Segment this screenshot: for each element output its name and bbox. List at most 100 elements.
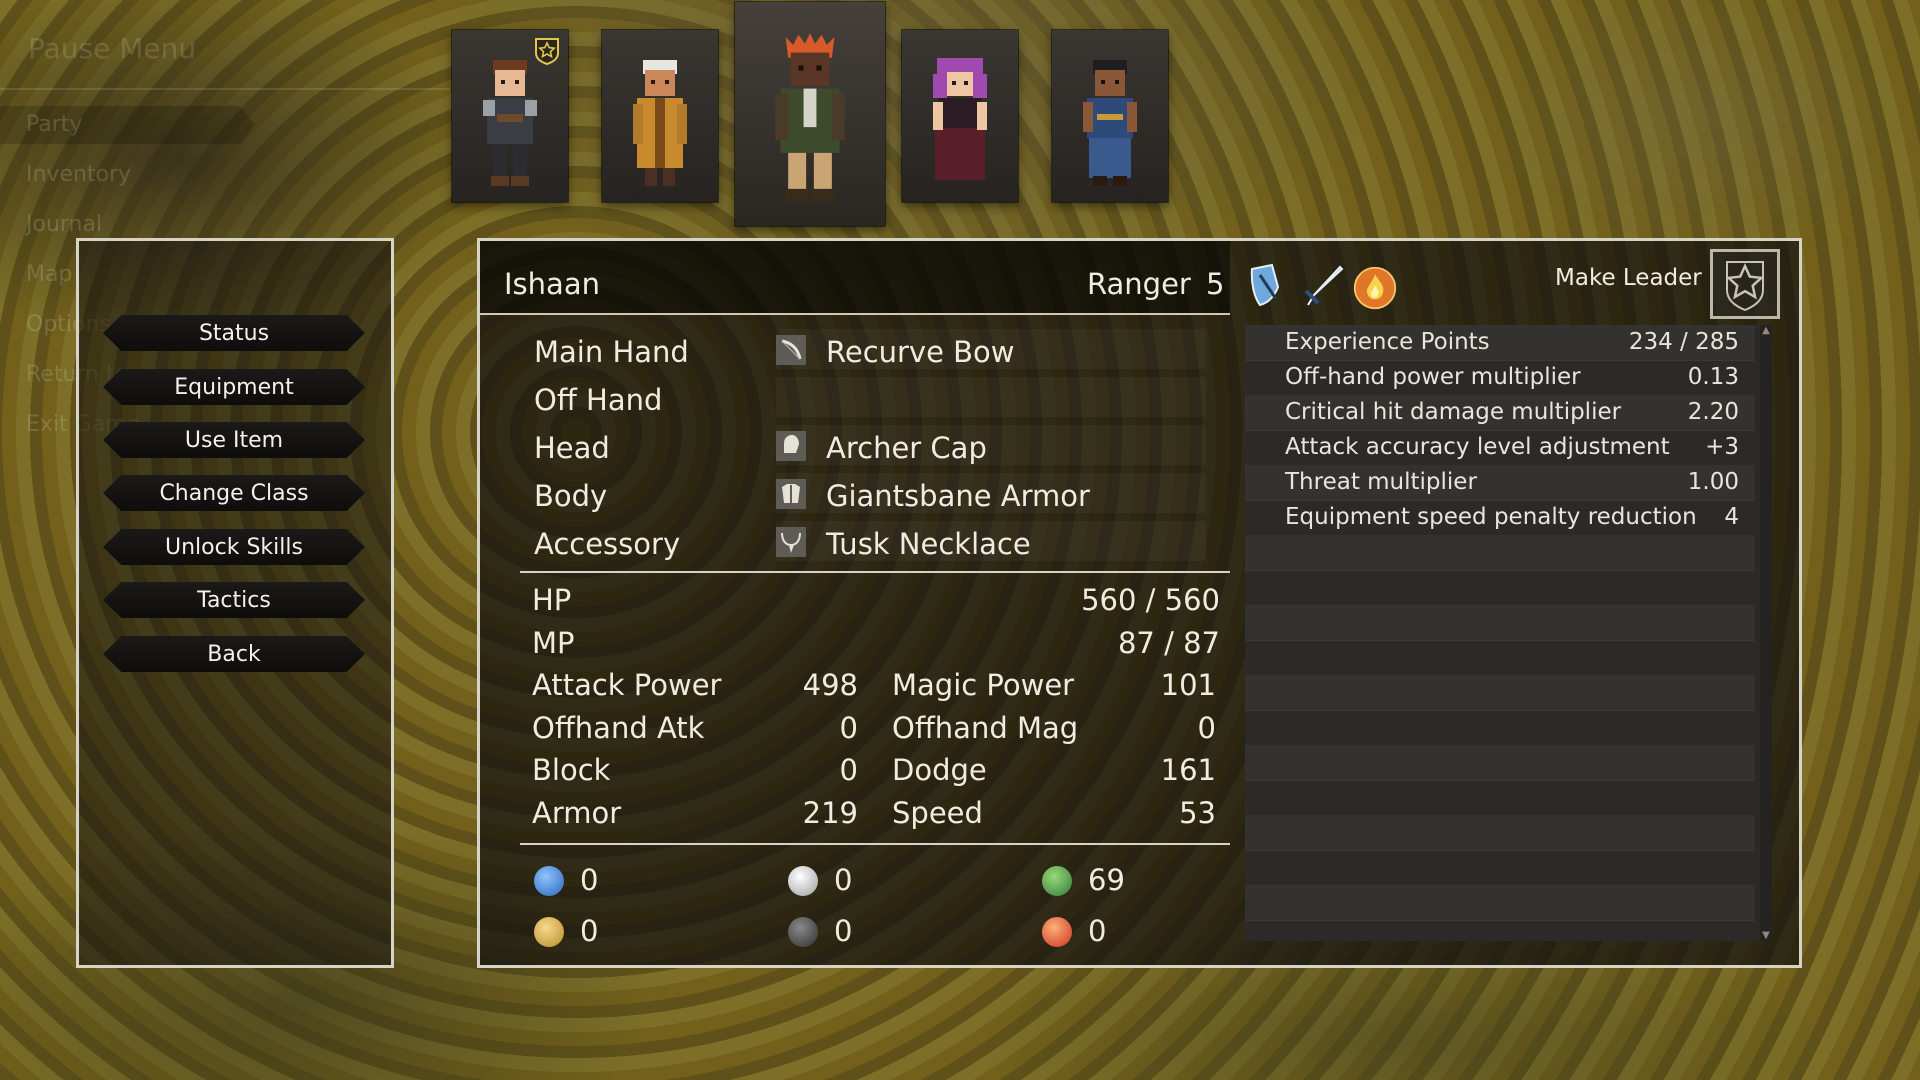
witch-sprite — [933, 58, 987, 180]
list-item-empty — [1245, 605, 1755, 641]
earth-icon — [534, 917, 564, 947]
pause-item-map[interactable]: Map — [26, 262, 72, 287]
equip-slot-label: Accessory — [534, 527, 681, 561]
list-item-value: 2.20 — [1687, 399, 1739, 425]
pause-item-party[interactable]: Party — [26, 112, 82, 137]
list-item: Attack accuracy level adjustment +3 — [1245, 430, 1755, 466]
equipment-button[interactable]: Equipment — [103, 369, 365, 405]
light-resist-value: 0 — [834, 863, 853, 897]
list-item-label: Equipment speed penalty reduction — [1285, 504, 1697, 530]
list-item-empty — [1245, 640, 1755, 676]
back-button[interactable]: Back — [103, 636, 365, 672]
list-item-empty — [1245, 570, 1755, 606]
stat-label: Offhand Atk — [532, 711, 705, 745]
equip-row-main-hand[interactable]: Main Hand Recurve Bow — [510, 329, 1230, 373]
hp-value: 560 / 560 — [1081, 583, 1220, 617]
equip-slot-label: Head — [534, 431, 610, 465]
list-item-label: Experience Points — [1285, 329, 1490, 355]
earth-resist-value: 0 — [580, 914, 599, 948]
shadow-resist-value: 0 — [834, 914, 853, 948]
party-portrait-2[interactable] — [602, 30, 718, 202]
necklace-icon — [776, 527, 806, 557]
list-item-value: 0.13 — [1687, 364, 1739, 390]
fire-resist-icon — [1042, 917, 1072, 947]
tactics-button[interactable]: Tactics — [103, 582, 365, 618]
equip-row-accessory[interactable]: Accessory Tusk Necklace — [510, 521, 1230, 565]
sword-icon — [1304, 265, 1344, 306]
list-item-empty — [1245, 815, 1755, 851]
list-item-empty — [1245, 710, 1755, 746]
list-item-label: Attack accuracy level adjustment — [1285, 434, 1670, 460]
equip-slot-box — [776, 377, 1206, 417]
list-item-label: Critical hit damage multiplier — [1285, 399, 1622, 425]
list-item-label: Off-hand power multiplier — [1285, 364, 1581, 390]
section-divider — [520, 843, 1230, 845]
scroll-up-icon[interactable]: ▲ — [1760, 325, 1772, 336]
make-leader-button[interactable] — [1710, 249, 1780, 319]
hp-label: HP — [532, 583, 572, 617]
pause-item-inventory[interactable]: Inventory — [26, 162, 131, 187]
frost-icon — [534, 866, 564, 896]
equip-slot-label: Body — [534, 479, 608, 513]
party-portrait-1[interactable] — [452, 30, 568, 202]
stat-label: Dodge — [892, 753, 987, 787]
stat-label: Speed — [892, 796, 983, 830]
equip-item-name: Archer Cap — [826, 431, 987, 465]
list-item: Off-hand power multiplier 0.13 — [1245, 360, 1755, 396]
stat-label: Attack Power — [532, 668, 722, 702]
list-item: Threat multiplier 1.00 — [1245, 465, 1755, 501]
stat-label: Block — [532, 753, 611, 787]
list-scrollbar[interactable]: ▲ ▼ — [1760, 325, 1772, 941]
party-portrait-3-selected[interactable] — [735, 2, 885, 226]
list-item-value: 4 — [1724, 504, 1739, 530]
pause-menu-divider — [0, 88, 450, 90]
equip-row-head[interactable]: Head Archer Cap — [510, 425, 1230, 469]
stat-value: 0 — [839, 753, 858, 787]
party-portrait-4[interactable] — [902, 30, 1018, 202]
list-item: Experience Points 234 / 285 — [1245, 325, 1755, 361]
equip-item-name: Recurve Bow — [826, 335, 1015, 369]
equip-row-off-hand[interactable]: Off Hand — [510, 377, 1230, 421]
character-name: Ishaan — [504, 267, 600, 301]
nature-resist-value: 69 — [1088, 863, 1125, 897]
mage-sprite — [633, 60, 687, 186]
shield-sword-icon — [1250, 263, 1280, 307]
equip-slot-label: Main Hand — [534, 335, 689, 369]
stat-value: 0 — [839, 711, 858, 745]
list-item-value: +3 — [1705, 434, 1739, 460]
stat-value: 0 — [1197, 711, 1216, 745]
use-item-button[interactable]: Use Item — [103, 422, 365, 458]
command-panel: Status Equipment Use Item Change Class U… — [76, 238, 394, 968]
list-item: Critical hit damage multiplier 2.20 — [1245, 395, 1755, 431]
status-panel: Ishaan Ranger 5 Make Leader Main Hand Re… — [477, 238, 1802, 968]
stat-value: 53 — [1179, 796, 1216, 830]
make-leader-label: Make Leader — [1555, 265, 1702, 291]
pause-menu-title: Pause Menu — [28, 32, 197, 65]
character-class: Ranger — [1087, 267, 1191, 301]
section-divider — [520, 571, 1230, 573]
list-item-empty — [1245, 850, 1755, 886]
equip-row-body[interactable]: Body Giantsbane Armor — [510, 473, 1230, 517]
stat-value: 219 — [802, 796, 858, 830]
pause-item-journal[interactable]: Journal — [26, 212, 102, 237]
change-class-button[interactable]: Change Class — [103, 475, 365, 511]
scroll-down-icon[interactable]: ▼ — [1760, 930, 1772, 941]
stat-label: Armor — [532, 796, 622, 830]
frost-resist-value: 0 — [580, 863, 599, 897]
party-portrait-5[interactable] — [1052, 30, 1168, 202]
monk-sprite — [1083, 60, 1137, 186]
list-item-empty — [1245, 885, 1755, 921]
detail-stats-list[interactable]: Experience Points 234 / 285 Off-hand pow… — [1245, 325, 1765, 941]
shadow-icon — [788, 917, 818, 947]
unlock-skills-button[interactable]: Unlock Skills — [103, 529, 365, 565]
character-level: 5 — [1206, 267, 1225, 301]
equip-item-name: Giantsbane Armor — [826, 479, 1090, 513]
list-item: Equipment speed penalty reduction 4 — [1245, 500, 1755, 536]
list-item-empty — [1245, 675, 1755, 711]
mp-value: 87 / 87 — [1117, 626, 1220, 660]
equip-item-name: Tusk Necklace — [826, 527, 1031, 561]
star-icon — [1725, 261, 1765, 312]
fire-resist-value: 0 — [1088, 914, 1107, 948]
stat-value: 498 — [802, 668, 858, 702]
status-button[interactable]: Status — [103, 315, 365, 351]
